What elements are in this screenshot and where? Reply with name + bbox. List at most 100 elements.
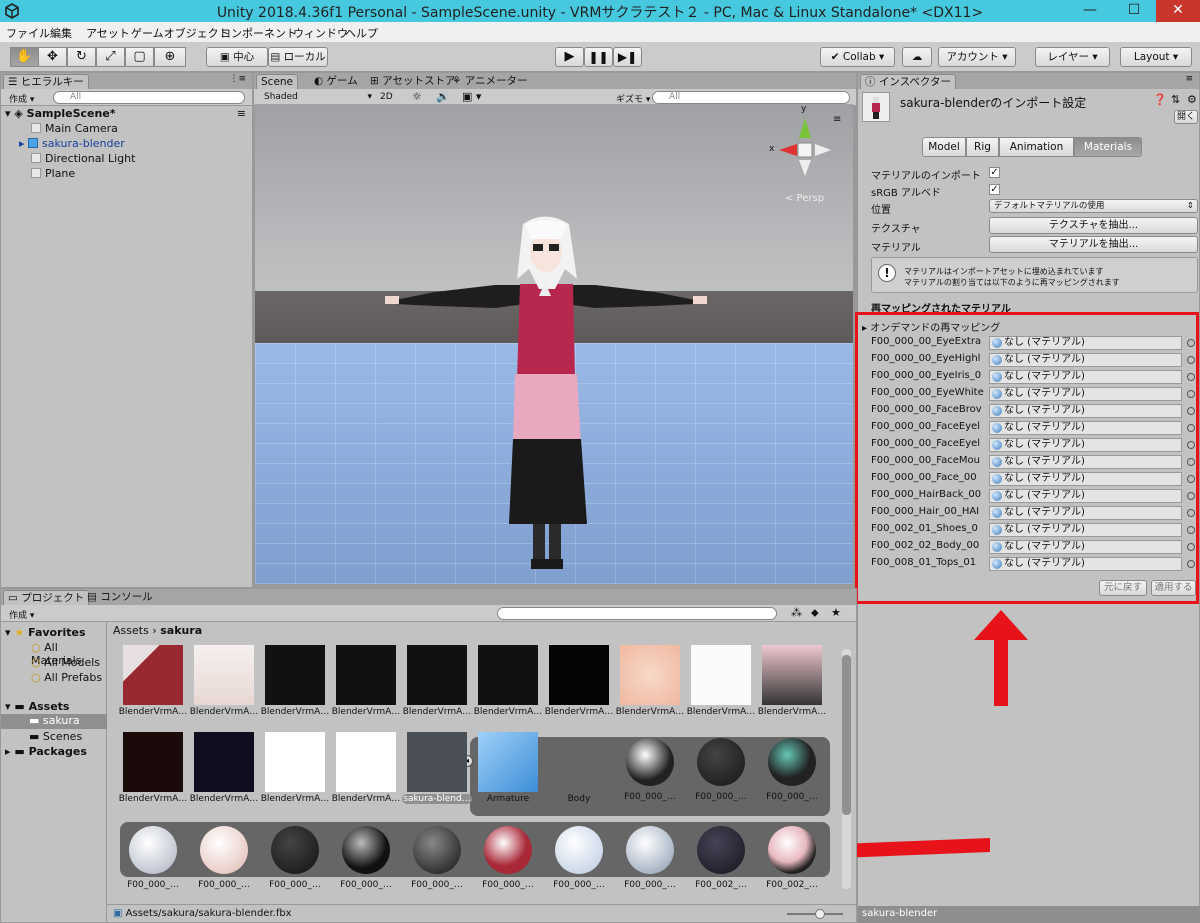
- menu-window[interactable]: ウィンドウ: [293, 25, 348, 41]
- asset-texture[interactable]: BlenderVrmA…: [615, 645, 685, 717]
- favorites-header[interactable]: ▾ ★ Favorites: [5, 626, 86, 639]
- tab-rig[interactable]: Rig: [966, 137, 999, 157]
- srgb-checkbox[interactable]: ✓: [989, 184, 1000, 195]
- asset-material[interactable]: F00_000_…: [402, 820, 472, 890]
- scale-tool-icon[interactable]: ⤢: [96, 47, 125, 67]
- asset-texture[interactable]: BlenderVrmA…: [402, 645, 472, 717]
- asset-item[interactable]: F00_000_…: [686, 732, 756, 802]
- play-button[interactable]: ▶: [555, 47, 584, 67]
- location-dropdown[interactable]: デフォルトマテリアルの使用 ⇕: [989, 199, 1198, 213]
- preset-icon[interactable]: ⇅: [1171, 93, 1180, 106]
- asset-material[interactable]: F00_002_…: [757, 820, 827, 890]
- tab-asset-store[interactable]: ⊞ アセットストア: [366, 74, 459, 89]
- asset-item[interactable]: BlenderVrmA…: [260, 732, 330, 804]
- scene-viewport[interactable]: x y < Persp ≡: [255, 104, 853, 584]
- asset-item[interactable]: BlenderVrmA…: [189, 732, 259, 804]
- account-dropdown[interactable]: アカウント ▾: [938, 47, 1016, 67]
- menu-component[interactable]: コンポーネント: [220, 25, 297, 41]
- breadcrumb-assets[interactable]: Assets: [113, 624, 149, 637]
- asset-texture[interactable]: BlenderVrmA…: [260, 645, 330, 717]
- asset-material[interactable]: F00_000_…: [544, 820, 614, 890]
- hierarchy-item[interactable]: Main Camera: [1, 121, 252, 136]
- panel-menu-icon[interactable]: ≡: [1185, 74, 1193, 84]
- asset-material[interactable]: F00_000_…: [260, 820, 330, 890]
- menu-help[interactable]: ヘルプ: [345, 25, 378, 41]
- open-button[interactable]: 開く: [1174, 110, 1198, 124]
- move-tool-icon[interactable]: ✥: [38, 47, 67, 67]
- asset-material[interactable]: F00_000_…: [118, 820, 188, 890]
- menu-edit[interactable]: 編集: [50, 25, 72, 41]
- asset-texture[interactable]: BlenderVrmA…: [544, 645, 614, 717]
- extract-textures-button[interactable]: テクスチャを抽出...: [989, 217, 1198, 234]
- collab-dropdown[interactable]: ✔ Collab ▾: [820, 47, 895, 67]
- asset-item[interactable]: Armature: [473, 732, 543, 804]
- asset-material[interactable]: F00_000_…: [189, 820, 259, 890]
- menu-file[interactable]: ファイル: [6, 25, 50, 41]
- asset-texture[interactable]: BlenderVrmA…: [118, 645, 188, 717]
- pause-button[interactable]: ❚❚: [584, 47, 613, 67]
- asset-material[interactable]: F00_000_…: [331, 820, 401, 890]
- extract-materials-button[interactable]: マテリアルを抽出...: [989, 236, 1198, 253]
- tab-inspector[interactable]: ⓘ インスペクター: [860, 74, 956, 89]
- project-create-dropdown[interactable]: 作成 ▾: [9, 608, 34, 621]
- tab-materials[interactable]: Materials: [1074, 137, 1142, 157]
- menu-gameobject[interactable]: ゲームオブジェクト: [131, 25, 230, 41]
- asset-material[interactable]: F00_000_…: [615, 820, 685, 890]
- help-icon[interactable]: ❓: [1153, 93, 1167, 106]
- asset-texture[interactable]: BlenderVrmA…: [686, 645, 756, 717]
- rect-tool-icon[interactable]: ▢: [125, 47, 154, 67]
- panel-menu-icon[interactable]: ⋮≡: [229, 74, 246, 84]
- lighting-icon[interactable]: ☼: [412, 90, 422, 103]
- tab-game[interactable]: ◐ ゲーム: [310, 74, 362, 89]
- tab-console[interactable]: ▤ コンソール: [83, 590, 157, 605]
- inspector-preview-bar[interactable]: sakura-blender: [858, 906, 1200, 923]
- space-toggle[interactable]: ▤ ローカル: [268, 47, 328, 67]
- project-scrollbar[interactable]: [842, 649, 851, 889]
- audio-icon[interactable]: 🔊: [436, 90, 450, 103]
- asset-texture[interactable]: BlenderVrmA…: [189, 645, 259, 717]
- shading-dropdown[interactable]: Shaded ▾: [264, 92, 372, 102]
- layout-dropdown[interactable]: Layout ▾: [1120, 47, 1192, 67]
- filter-label-icon[interactable]: ⬥: [811, 606, 819, 620]
- fav-item[interactable]: ○ All Prefabs: [31, 671, 102, 684]
- character-model[interactable]: [255, 104, 853, 584]
- fav-item[interactable]: ○ All Models: [31, 656, 100, 669]
- hand-tool-icon[interactable]: ✋: [10, 47, 39, 67]
- rotate-tool-icon[interactable]: ↻: [67, 47, 96, 67]
- cloud-button[interactable]: ☁: [902, 47, 932, 67]
- asset-texture[interactable]: BlenderVrmA…: [331, 645, 401, 717]
- asset-item[interactable]: F00_000_…: [757, 732, 827, 802]
- folder-scenes[interactable]: ▬ Scenes: [29, 730, 82, 743]
- packages-folder[interactable]: ▸ ▬ Packages: [5, 745, 87, 758]
- hierarchy-search-input[interactable]: All: [53, 91, 245, 104]
- scrollbar-thumb[interactable]: [842, 655, 851, 815]
- hierarchy-item[interactable]: Directional Light: [1, 151, 252, 166]
- assets-folder[interactable]: ▾ ▬ Assets: [5, 700, 69, 713]
- tab-model[interactable]: Model: [922, 137, 966, 157]
- asset-item[interactable]: F00_000_…: [615, 732, 685, 802]
- thumbnail-size-slider[interactable]: [787, 909, 843, 919]
- scene-search-input[interactable]: All: [652, 91, 850, 104]
- tab-hierarchy[interactable]: ☰ ヒエラルキー: [3, 74, 89, 89]
- asset-material[interactable]: F00_000_…: [473, 820, 543, 890]
- tab-project[interactable]: ▭ プロジェクト: [3, 590, 90, 605]
- menu-assets[interactable]: アセット: [86, 25, 130, 41]
- breadcrumb-sakura[interactable]: sakura: [160, 624, 202, 637]
- persp-label[interactable]: < Persp: [785, 193, 824, 204]
- favorite-star-icon[interactable]: ★: [831, 606, 841, 619]
- project-search-input[interactable]: [497, 607, 777, 620]
- tab-animator[interactable]: ⚘ アニメーター: [448, 74, 532, 89]
- folder-sakura[interactable]: ▬ sakura: [1, 714, 107, 729]
- filter-type-icon[interactable]: ⁂: [791, 606, 802, 619]
- asset-texture[interactable]: BlenderVrmA…: [757, 645, 827, 717]
- import-materials-checkbox[interactable]: ✓: [989, 167, 1000, 178]
- transform-tool-icon[interactable]: ⊕: [154, 47, 186, 67]
- hierarchy-create-dropdown[interactable]: 作成 ▾: [9, 92, 34, 105]
- pivot-toggle[interactable]: ▣ 中心: [206, 47, 268, 67]
- asset-texture[interactable]: BlenderVrmA…: [473, 645, 543, 717]
- scene-root[interactable]: ▾ ◈ SampleScene* ≡: [1, 106, 252, 121]
- layers-dropdown[interactable]: レイヤー ▾: [1035, 47, 1110, 67]
- scene-menu-icon[interactable]: ≡: [833, 114, 841, 125]
- asset-item[interactable]: Body: [544, 732, 614, 804]
- scene-menu-icon[interactable]: ≡: [237, 106, 246, 121]
